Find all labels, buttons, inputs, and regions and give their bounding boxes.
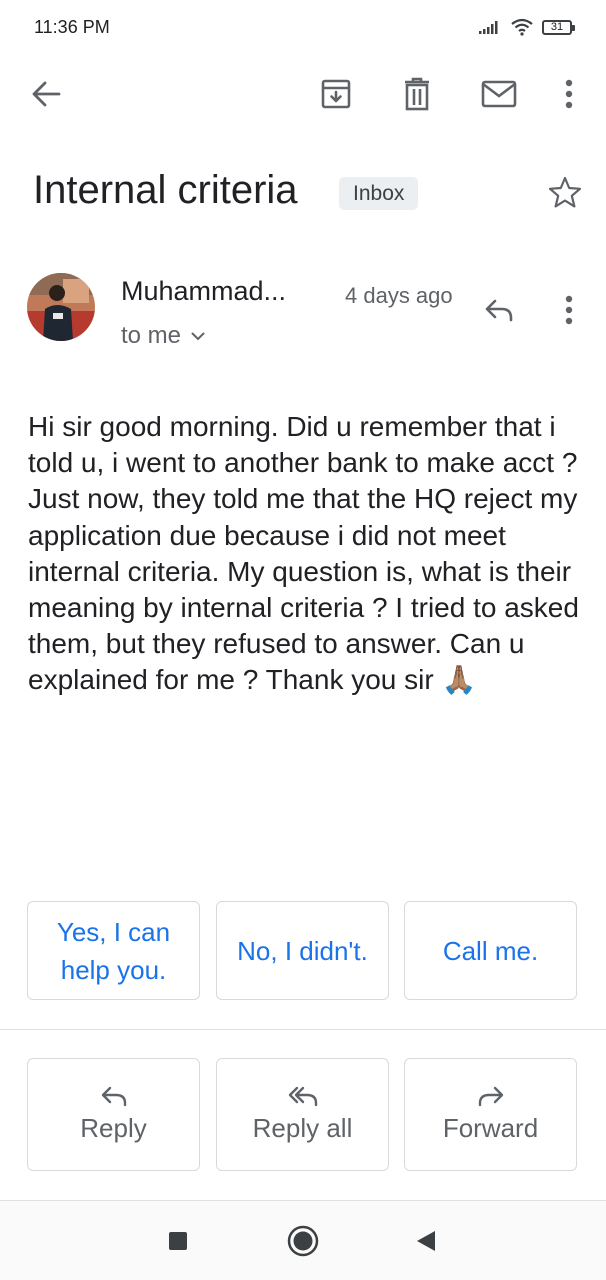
smart-reply-yes[interactable]: Yes, I can help you. [27,901,200,1000]
battery-level: 31 [550,21,564,33]
smart-reply-no[interactable]: No, I didn't. [216,901,389,1000]
reply-icon [485,299,513,322]
chevron-down-icon [191,332,205,340]
email-time: 4 days ago [345,283,453,308]
star-icon [548,176,582,208]
more-vert-icon [565,79,573,109]
recents-button[interactable] [160,1223,196,1259]
reply-icon [101,1086,126,1107]
forward-button[interactable]: Forward [404,1058,577,1171]
reply-all-label: Reply all [252,1113,353,1143]
back-nav-button[interactable] [408,1223,444,1259]
star-button[interactable] [546,173,584,211]
reply-quick-button[interactable] [479,292,519,328]
home-button[interactable] [283,1221,323,1261]
square-icon [169,1232,187,1250]
battery-icon: 31 [542,19,575,35]
archive-button[interactable] [316,74,356,114]
smart-reply-call[interactable]: Call me. [404,901,577,1000]
signal-icon [479,21,498,34]
folded-hands-emoji: 🙏🏽 [441,664,477,696]
recipient-toggle[interactable]: to me [121,322,205,350]
mark-unread-button[interactable] [477,74,521,114]
home-circle-icon [287,1225,319,1257]
divider [0,1029,606,1030]
forward-icon [478,1086,503,1107]
back-button[interactable] [26,74,66,114]
triangle-back-icon [417,1231,435,1251]
arrow-left-icon [32,81,61,107]
forward-label: Forward [442,1113,539,1143]
reply-all-button[interactable]: Reply all [216,1058,389,1171]
message-more-button[interactable] [555,292,583,328]
email-subject: Internal criteria [33,168,298,212]
status-icons: 31 [478,18,575,36]
sender-name[interactable]: Muhammad... [121,276,286,307]
avatar[interactable] [27,273,95,341]
recipient-label: to me [121,322,182,349]
email-body-text: Hi sir good morning. Did u remember that… [28,411,579,696]
trash-icon [405,77,429,111]
more-vert-icon [565,295,573,325]
reply-all-icon [288,1086,317,1107]
more-options-button[interactable] [555,74,583,114]
label-chip[interactable]: Inbox [339,177,419,210]
status-time: 11:36 PM [34,17,110,37]
reply-label: Reply [80,1113,147,1143]
mail-icon [481,80,517,108]
delete-button[interactable] [397,74,437,114]
reply-button[interactable]: Reply [27,1058,200,1171]
wifi-icon [511,18,533,36]
email-body: Hi sir good morning. Did u remember that… [28,409,588,699]
system-nav-bar [0,1201,606,1280]
archive-icon [321,79,351,109]
